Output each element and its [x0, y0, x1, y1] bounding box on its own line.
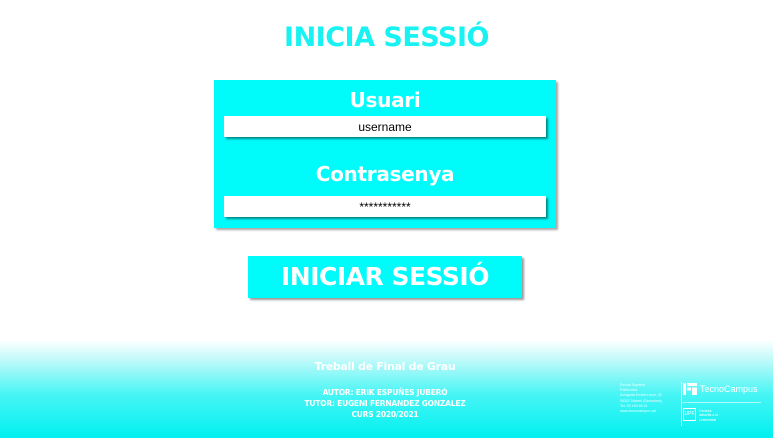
footer-title: Treball de Final de Grau — [314, 360, 456, 373]
password-label: Contrasenya — [315, 162, 455, 186]
login-panel: Usuari Contrasenya — [214, 80, 556, 228]
tecnocampus-mark-icon — [683, 383, 697, 395]
tutor-line: TUTOR: EUGENI FERNANDEZ GONZALEZ — [304, 399, 466, 408]
page-title: INICIA SESSIÓ — [284, 22, 489, 53]
login-button[interactable]: INICIAR SESSIÓ — [248, 256, 522, 298]
university-text-line: Universitat — [699, 417, 716, 422]
university-logo: UPF Centres adscrits a la Universitat — [683, 408, 763, 424]
password-input[interactable] — [224, 196, 546, 217]
upf-badge-icon: UPF — [683, 408, 696, 421]
tecnocampus-logo-text: TecnoCampus — [700, 384, 758, 394]
username-label: Usuari — [349, 88, 421, 112]
username-input[interactable] — [224, 116, 546, 137]
institution-logo-block: Escola Superior Politècnica Avinguda Ern… — [620, 380, 770, 430]
author-line: AUTOR: ERIK ESPUÑES JUBERÓ — [322, 388, 448, 397]
footer: Treball de Final de Grau AUTOR: ERIK ESP… — [0, 340, 773, 438]
logo-divider — [681, 382, 682, 426]
university-text: Centres adscrits a la Universitat — [699, 409, 718, 422]
address-line: www.tecnocampus.cat — [620, 409, 656, 414]
logo-separator — [683, 402, 761, 403]
footer-credits: AUTOR: ERIK ESPUÑES JUBERÓ TUTOR: EUGENI… — [250, 387, 520, 420]
institution-address: Escola Superior Politècnica Avinguda Ern… — [620, 383, 678, 414]
course-line: CURS 2020/2021 — [351, 410, 419, 419]
tecnocampus-logo: TecnoCampus — [683, 383, 763, 397]
